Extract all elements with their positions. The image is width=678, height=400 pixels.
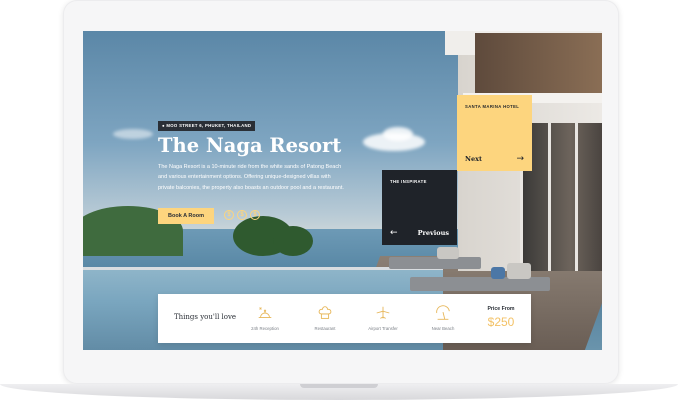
chef-hat-icon <box>318 306 332 319</box>
previous-slide-card[interactable]: THE INSPIRATE ← Previous <box>382 170 457 245</box>
sun-lounger <box>410 277 550 291</box>
amenities-heading: Things you'll love <box>174 313 237 321</box>
dollar-coin-icon: $ <box>250 210 260 220</box>
cushion <box>507 263 531 279</box>
hero-description: The Naga Resort is a 10-minute ride from… <box>158 164 344 191</box>
trees <box>273 226 313 256</box>
price-from: Price From $250 <box>478 306 524 329</box>
previous-card-nav[interactable]: ← Previous <box>390 228 449 238</box>
next-card-nav[interactable]: Next → <box>465 154 524 164</box>
villa-glass-doors <box>520 123 602 271</box>
villa-pillar <box>575 123 578 271</box>
address-badge: ● MOO STREET 6, PHUKET, THAILAND <box>158 121 256 131</box>
next-card-tag: SANTA MARINA HOTEL <box>465 104 520 109</box>
reception-bell-icon <box>258 307 272 318</box>
amenity-restaurant: Restaurant <box>300 304 350 331</box>
hero-screen: ● MOO STREET 6, PHUKET, THAILAND The Nag… <box>83 31 602 350</box>
price-level: $ $ $ <box>224 210 260 220</box>
amenity-reception: 24h Reception <box>240 304 290 331</box>
dollar-coin-icon: $ <box>237 210 247 220</box>
arrow-right-icon: → <box>516 154 524 164</box>
cloud <box>383 127 413 141</box>
amenity-label: 24h Reception <box>251 326 279 331</box>
villa-pillar <box>548 123 551 271</box>
amenity-label: Near Beach <box>431 326 455 331</box>
price-label: Price From <box>487 306 515 312</box>
amenity-near-beach: Near Beach <box>418 304 468 331</box>
address-text: MOO STREET 6, PHUKET, THAILAND <box>166 123 252 128</box>
hero-title: The Naga Resort <box>158 134 342 157</box>
beach-umbrella-icon <box>436 305 450 320</box>
previous-label: Previous <box>417 229 449 237</box>
dollar-coin-icon: $ <box>224 210 234 220</box>
laptop-notch <box>300 384 378 388</box>
arrow-left-icon: ← <box>390 228 398 238</box>
location-pin-icon: ● <box>162 123 165 128</box>
book-a-room-button[interactable]: Book A Room <box>158 208 214 224</box>
cloud <box>113 129 153 139</box>
next-slide-card[interactable]: SANTA MARINA HOTEL Next → <box>457 95 532 171</box>
previous-card-tag: THE INSPIRATE <box>390 179 427 184</box>
amenity-label: Restaurant <box>314 326 336 331</box>
amenity-airport-transfer: Airport Transfer <box>358 304 408 331</box>
amenities-bar: Things you'll love 24h Reception Restaur… <box>158 294 531 343</box>
amenity-label: Airport Transfer <box>368 326 398 331</box>
airplane-icon <box>376 306 390 319</box>
cushion <box>437 247 459 259</box>
price-value: $250 <box>487 315 515 329</box>
villa-upper-window <box>475 33 602 93</box>
next-label: Next <box>465 155 482 163</box>
cushion <box>491 267 505 279</box>
sun-lounger <box>389 257 481 269</box>
